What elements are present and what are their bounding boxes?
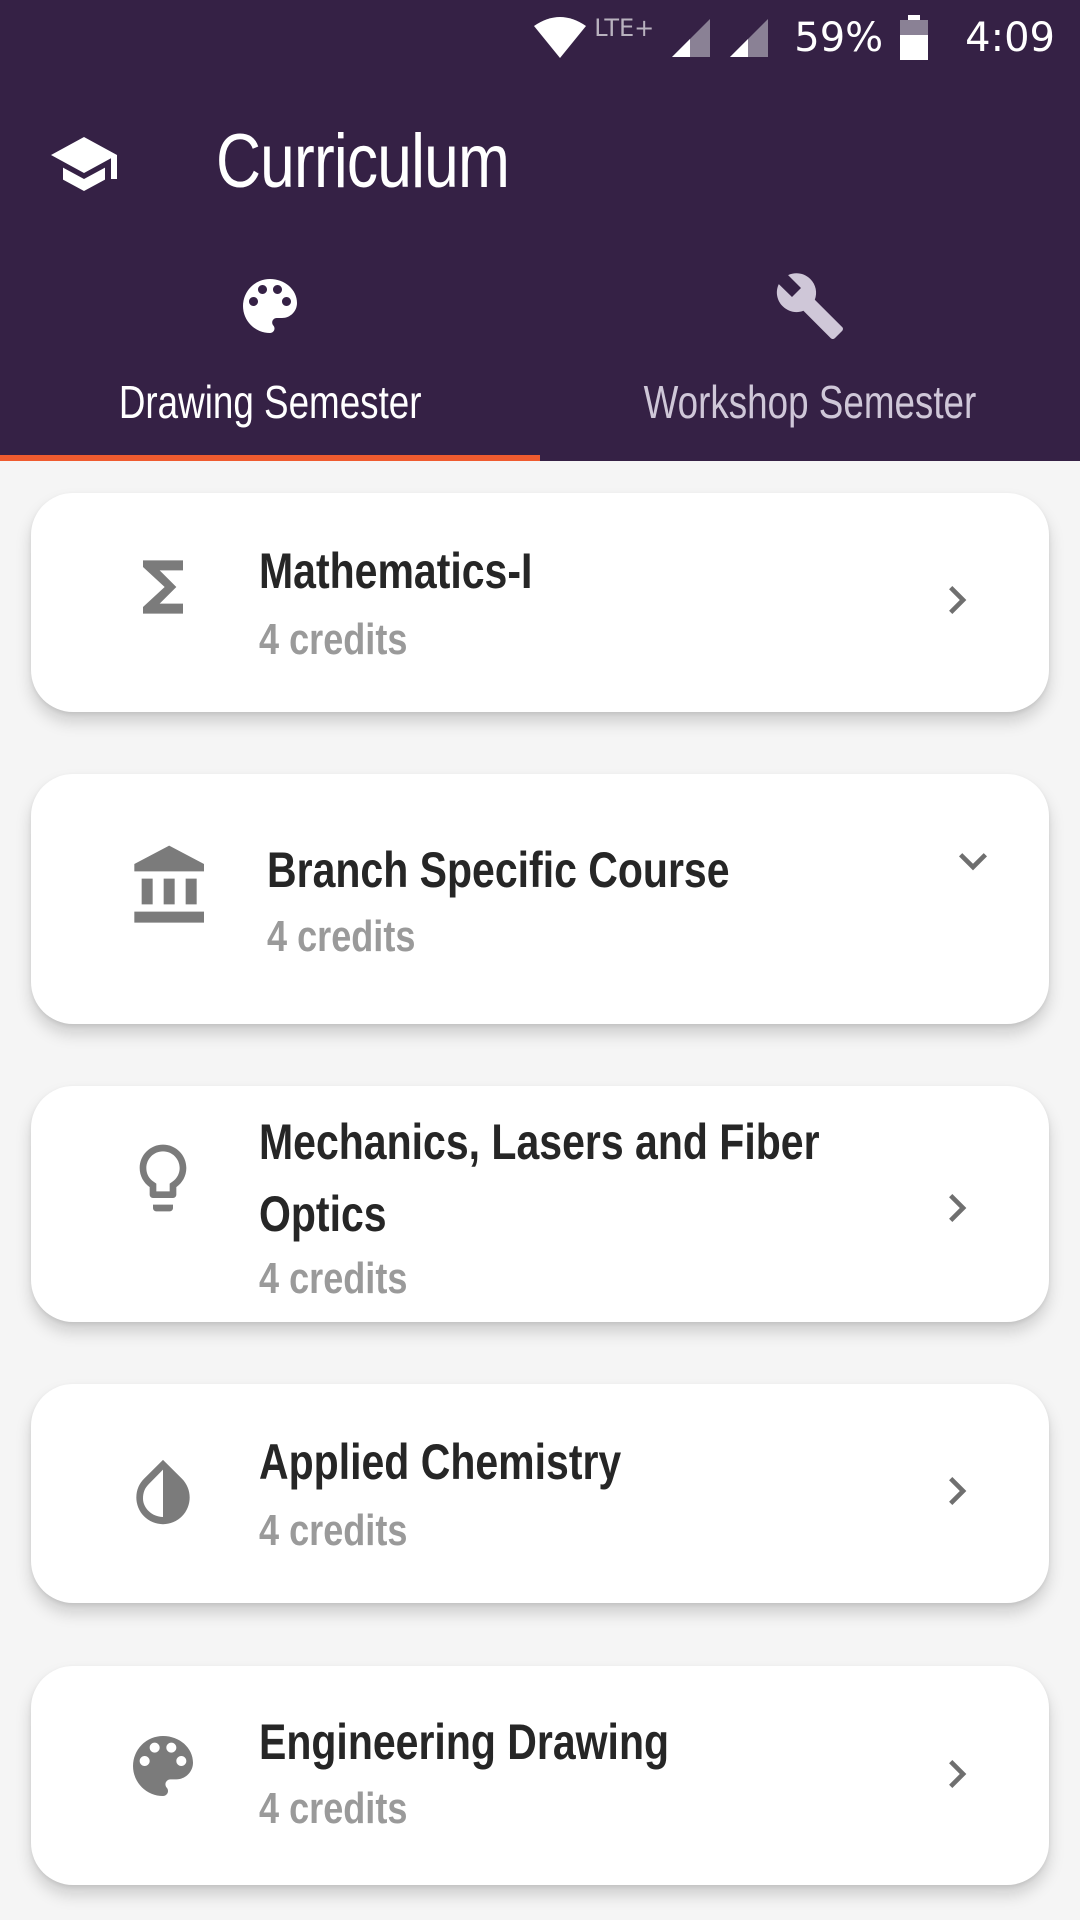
- network-type: LTE+: [594, 14, 655, 42]
- drop-icon: [136, 1459, 190, 1525]
- course-title-line2: Optics: [259, 1186, 387, 1242]
- course-card-mathematics[interactable]: Mathematics-I 4 credits: [31, 493, 1049, 712]
- tab-drawing-semester[interactable]: Drawing Semester: [0, 250, 540, 461]
- sigma-icon: [143, 560, 183, 614]
- course-credits: 4 credits: [259, 1784, 408, 1833]
- lightbulb-icon: [139, 1144, 187, 1212]
- chevron-right-icon: [949, 1477, 967, 1505]
- semester-tabs: Drawing Semester Workshop Semester: [0, 250, 1080, 461]
- course-card-engineering-drawing[interactable]: Engineering Drawing 4 credits: [31, 1666, 1049, 1885]
- clock: 4:09: [965, 15, 1055, 61]
- course-card-branch-specific[interactable]: Branch Specific Course 4 credits: [31, 774, 1049, 1024]
- battery-percent: 59%: [794, 15, 884, 61]
- course-title: Engineering Drawing: [259, 1714, 670, 1770]
- status-bar: LTE+ 59% 4:09: [532, 8, 1055, 68]
- course-credits: 4 credits: [267, 912, 416, 961]
- wrench-icon: [776, 273, 843, 339]
- course-card-applied-chemistry[interactable]: Applied Chemistry 4 credits: [31, 1384, 1049, 1603]
- chevron-right-icon: [949, 1760, 967, 1788]
- tab-label: Workshop Semester: [643, 376, 977, 428]
- course-card-mechanics-lasers[interactable]: Mechanics, Lasers and Fiber Optics 4 cre…: [31, 1086, 1049, 1322]
- course-title: Applied Chemistry: [259, 1434, 622, 1490]
- bank-icon: [134, 845, 204, 923]
- signal-icon: [672, 19, 711, 57]
- chevron-right-icon: [949, 1194, 967, 1222]
- active-tab-indicator: [0, 455, 540, 461]
- signal-icon-2: [730, 19, 769, 57]
- course-credits: 4 credits: [259, 1506, 408, 1555]
- chevron-right-icon: [949, 586, 967, 614]
- course-title: Mathematics-I: [259, 543, 533, 599]
- palette-icon: [133, 1736, 193, 1796]
- graduation-cap-icon: [51, 137, 117, 191]
- tab-label: Drawing Semester: [118, 376, 422, 428]
- page-title: Curriculum: [216, 119, 510, 204]
- chevron-down-icon[interactable]: [945, 833, 1001, 889]
- course-credits: 4 credits: [259, 1254, 408, 1303]
- course-credits: 4 credits: [259, 615, 408, 664]
- palette-icon: [243, 279, 297, 333]
- app-bar: LTE+ 59% 4:09 Curriculum Drawing Semeste…: [0, 0, 1080, 461]
- wifi-icon: [534, 17, 587, 58]
- tab-workshop-semester[interactable]: Workshop Semester: [540, 250, 1080, 461]
- title-bar: Curriculum: [0, 100, 1080, 230]
- course-title: Mechanics, Lasers and Fiber: [259, 1114, 820, 1170]
- battery-icon: [900, 15, 929, 60]
- course-title: Branch Specific Course: [267, 842, 730, 898]
